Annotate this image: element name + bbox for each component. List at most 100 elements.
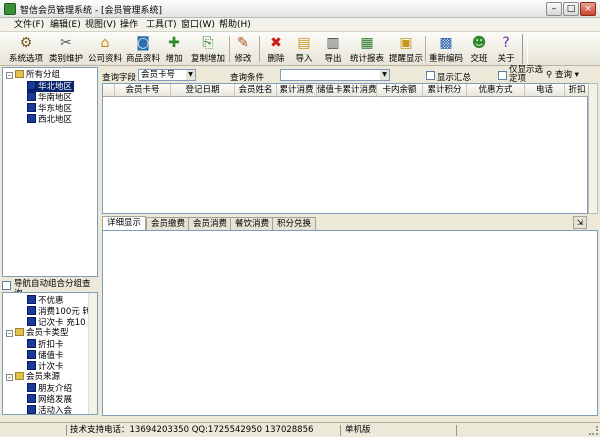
column-header[interactable]: 登记日期: [171, 84, 235, 97]
delete-button[interactable]: ✖ 删除: [265, 34, 287, 64]
maximize-button[interactable]: □: [563, 2, 579, 16]
folder-icon: [15, 328, 24, 336]
tree-item[interactable]: 消费100元 转: [27, 306, 91, 317]
reminder-display-button[interactable]: ▣ 提醒显示: [388, 34, 424, 64]
item-icon: [27, 361, 36, 370]
menu-tools[interactable]: 工具(T): [146, 18, 177, 32]
chevron-down-icon[interactable]: ▼: [186, 70, 195, 80]
query-field-select[interactable]: 会员卡号 ▼: [138, 69, 196, 81]
tree-item[interactable]: 折扣卡: [27, 339, 64, 350]
goods-icon: ◙: [136, 35, 150, 51]
tree-item-category[interactable]: – 会员来源: [6, 372, 60, 383]
query-button[interactable]: ⚲ 查询 ▾: [546, 69, 592, 81]
shift-handover-button[interactable]: ☻ 交班: [467, 34, 491, 64]
recode-button[interactable]: ▩ 重新编码: [428, 34, 464, 64]
nav-tree: 不优惠 消费100元 转 记次卡 充10 – 会员卡类型 折扣卡 储值卡 计次卡 …: [2, 292, 98, 415]
window-title: 智信会员管理系统 - [会员管理系统]: [20, 6, 162, 16]
show-summary-checkbox[interactable]: [426, 71, 435, 80]
tab-member-payment[interactable]: 会员缴费: [146, 217, 191, 230]
tree-item[interactable]: 不优惠: [27, 295, 64, 306]
delete-icon: ✖: [270, 35, 282, 51]
grid-scrollbar[interactable]: [588, 83, 598, 214]
shift-icon: ☻: [471, 35, 487, 51]
tree-item-group[interactable]: 华南地区: [27, 92, 72, 103]
column-header[interactable]: 电话: [525, 84, 565, 97]
add-button[interactable]: ✚ 增加: [163, 34, 185, 64]
minimize-button[interactable]: –: [546, 2, 562, 16]
reminder-icon: ▣: [399, 35, 413, 51]
column-header[interactable]: 累计积分: [423, 84, 467, 97]
copy-add-button[interactable]: ⎘ 复制增加: [190, 34, 226, 64]
tree-item-root[interactable]: – 所有分组: [6, 70, 60, 81]
edit-button[interactable]: ✎ 修改: [232, 34, 254, 64]
column-header[interactable]: 折扣: [565, 84, 589, 97]
status-divider: [66, 425, 67, 436]
toolbar-chevron-icon[interactable]: [522, 34, 528, 64]
tree-item-category[interactable]: – 会员卡类型: [6, 328, 69, 339]
company-icon: ⌂: [100, 35, 110, 51]
column-header[interactable]: 优惠方式: [467, 84, 525, 97]
resize-grip-icon[interactable]: [589, 426, 598, 435]
column-header[interactable]: 储值卡累计消费: [317, 84, 377, 97]
about-icon: ?: [502, 35, 510, 51]
tree-item[interactable]: 储值卡: [27, 350, 64, 361]
tree-item[interactable]: 网络发展: [27, 394, 72, 405]
tree-item[interactable]: 朋友介绍: [27, 383, 72, 394]
tab-details[interactable]: 详细显示: [102, 216, 147, 230]
detail-panel: [102, 230, 598, 416]
tree-item-group[interactable]: 西北地区: [27, 114, 72, 125]
column-header[interactable]: 会员卡号: [115, 84, 171, 97]
collapse-icon[interactable]: –: [6, 374, 13, 381]
collapse-icon[interactable]: –: [6, 72, 13, 79]
menu-file[interactable]: 文件(F): [14, 18, 44, 32]
menu-edit[interactable]: 编辑(E): [50, 18, 81, 32]
expand-panel-icon[interactable]: ⇲: [573, 216, 587, 229]
copy-add-icon: ⎘: [202, 35, 214, 51]
nav-tree-scrollbar[interactable]: [88, 293, 97, 414]
item-icon: [27, 306, 36, 315]
group-icon: [27, 114, 36, 123]
system-options-button[interactable]: ⚙ 系统选项: [8, 34, 44, 64]
tree-item[interactable]: 活动入会: [27, 405, 72, 414]
menu-operation[interactable]: 操作: [120, 18, 138, 32]
tree-item-group[interactable]: 华北地区: [27, 81, 75, 92]
export-button[interactable]: ▥ 导出: [322, 34, 344, 64]
tree-item[interactable]: 计次卡: [27, 361, 64, 372]
chevron-down-icon[interactable]: ▼: [380, 70, 389, 80]
statistics-report-button[interactable]: ▦ 统计报表: [349, 34, 385, 64]
support-info: 技术支持电话：13694203350 QQ:1725542950 1370288…: [70, 425, 314, 435]
tab-points-exchange[interactable]: 积分兑换: [272, 217, 317, 230]
settings-icon: ⚙: [19, 35, 33, 51]
tab-member-consumption[interactable]: 会员消费: [188, 217, 233, 230]
import-button[interactable]: ▤ 导入: [293, 34, 315, 64]
item-icon: [27, 339, 36, 348]
tab-dining-consumption[interactable]: 餐饮消费: [230, 217, 275, 230]
tree-item[interactable]: 记次卡 充10: [27, 317, 86, 328]
goods-info-button[interactable]: ◙ 商品资料: [125, 34, 161, 64]
menu-help[interactable]: 帮助(H): [219, 18, 251, 32]
item-icon: [27, 350, 36, 359]
group-tree: – 所有分组 华北地区 华南地区 华东地区 西北地区: [2, 67, 98, 277]
toolbar-separator: [425, 36, 426, 62]
collapse-icon[interactable]: –: [6, 330, 13, 337]
group-icon: [27, 103, 36, 112]
binoculars-icon: ⚲: [546, 70, 553, 80]
company-info-button[interactable]: ⌂ 公司资料: [87, 34, 123, 64]
about-button[interactable]: ? 关于: [494, 34, 518, 64]
item-icon: [27, 405, 36, 414]
query-condition-select[interactable]: ▼: [280, 69, 390, 81]
category-maintain-button[interactable]: ✂ 类别维护: [48, 34, 84, 64]
menu-view[interactable]: 视图(V): [85, 18, 116, 32]
column-header[interactable]: 累计消费: [277, 84, 317, 97]
show-selected-label: 仅显示选定项: [509, 65, 544, 84]
column-header[interactable]: 卡内余额: [377, 84, 423, 97]
auto-group-checkbox[interactable]: [2, 281, 11, 290]
query-field-label: 查询字段: [102, 73, 137, 83]
show-selected-checkbox[interactable]: [498, 71, 507, 80]
tree-item-group[interactable]: 华东地区: [27, 103, 72, 114]
grid-header: 会员卡号 登记日期 会员姓名 累计消费 储值卡累计消费 卡内余额 累计积分 优惠…: [103, 84, 589, 97]
edit-icon: ✎: [237, 35, 249, 51]
column-header[interactable]: 会员姓名: [235, 84, 277, 97]
close-button[interactable]: ×: [580, 2, 596, 16]
menu-window[interactable]: 窗口(W): [181, 18, 215, 32]
